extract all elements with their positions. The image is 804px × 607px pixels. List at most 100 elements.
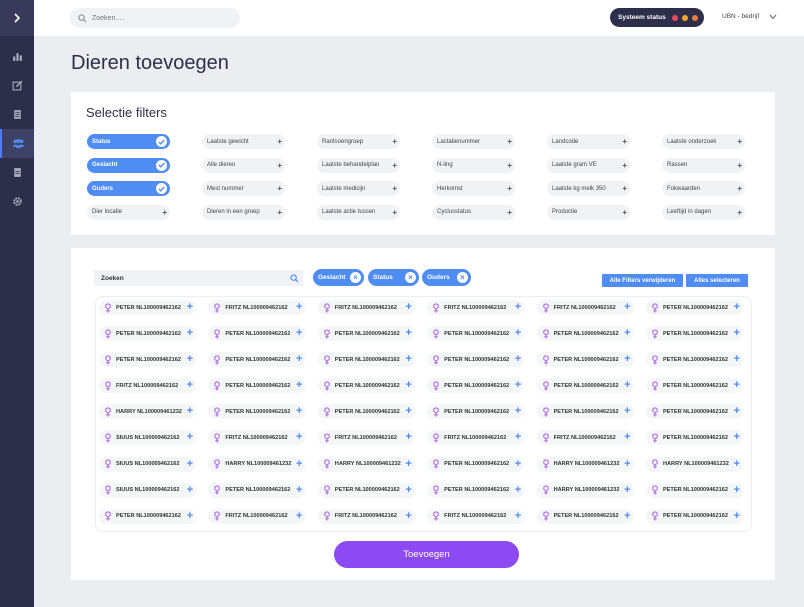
animal-chip[interactable]: PETER NL100009462162 + <box>645 404 743 420</box>
add-animal-icon[interactable]: + <box>734 406 740 417</box>
add-animal-icon[interactable]: + <box>296 354 302 365</box>
animal-chip[interactable]: PETER NL100009462162 + <box>208 404 306 420</box>
filter-chip[interactable]: Laatste actie tussen + <box>317 204 400 220</box>
filter-chip[interactable]: Laatste gewicht + <box>202 134 285 149</box>
add-animal-icon[interactable]: + <box>624 328 630 339</box>
animal-chip[interactable]: PETER NL100009462162 + <box>208 482 306 498</box>
company-selector[interactable]: UBN - bedrijf <box>722 13 777 20</box>
animal-chip[interactable]: FRITZ NL100009462162 + <box>427 430 525 446</box>
add-animal-icon[interactable]: + <box>734 484 740 496</box>
add-animal-icon[interactable]: + <box>296 510 302 522</box>
animal-chip[interactable]: PETER NL100009462162 + <box>536 378 634 394</box>
filter-chip[interactable]: Dier locatie + <box>87 204 170 220</box>
animal-chip[interactable]: FRITZ NL100009462162 + <box>99 378 196 394</box>
animal-search[interactable] <box>94 270 303 286</box>
global-search-input[interactable] <box>92 14 232 22</box>
add-animal-icon[interactable]: + <box>187 458 193 470</box>
add-animal-icon[interactable]: + <box>405 328 411 339</box>
animal-chip[interactable]: PETER NL100009462162 + <box>317 482 415 498</box>
animal-chip[interactable]: HARRY NL100009461232 + <box>99 404 196 420</box>
filter-chip[interactable]: Status <box>87 134 170 149</box>
animal-chip[interactable]: FRITZ NL100009462162 + <box>427 508 525 524</box>
animal-chip[interactable]: FRITZ NL100009462162 + <box>208 430 306 446</box>
add-animal-icon[interactable]: + <box>187 302 193 313</box>
add-animal-icon[interactable]: + <box>296 432 302 443</box>
add-animal-icon[interactable]: + <box>624 354 630 365</box>
animal-chip[interactable]: PETER NL100009462162 + <box>208 378 306 394</box>
add-animal-icon[interactable]: + <box>405 380 411 391</box>
animal-chip[interactable]: PETER NL100009462162 + <box>645 378 743 394</box>
animal-chip[interactable]: PETER NL100009462162 + <box>427 352 525 368</box>
add-animal-icon[interactable]: + <box>624 484 630 496</box>
add-animal-icon[interactable]: + <box>624 302 630 313</box>
add-animal-icon[interactable]: + <box>296 380 302 391</box>
animal-chip[interactable]: PETER NL100009462162 + <box>99 352 196 368</box>
animal-chip[interactable]: HARRY NL100009461232 + <box>317 456 415 472</box>
filter-chip[interactable]: Cyclusstatus + <box>432 204 515 220</box>
animal-chip[interactable]: HARRY NL100009461232 + <box>536 456 634 472</box>
add-animal-icon[interactable]: + <box>624 458 630 470</box>
select-all-button[interactable]: Alles selecteren <box>686 274 748 287</box>
animal-chip[interactable]: FRITZ NL100009462162 + <box>536 430 634 446</box>
animal-chip[interactable]: PETER NL100009462162 + <box>317 378 415 394</box>
active-filter-tag[interactable]: Ouders × <box>422 269 471 286</box>
animal-chip[interactable]: PETER NL100009462162 + <box>536 326 634 342</box>
filter-chip[interactable]: Rantsoengroep + <box>317 134 400 149</box>
add-animal-icon[interactable]: + <box>515 510 521 522</box>
animal-chip[interactable]: PETER NL100009462162 + <box>317 404 415 420</box>
add-animal-icon[interactable]: + <box>515 458 521 470</box>
animal-chip[interactable]: FRITZ NL100009462162 + <box>427 300 525 315</box>
sidebar-item-animals[interactable] <box>0 129 34 158</box>
filter-chip[interactable]: Ouders <box>87 181 170 196</box>
add-animal-icon[interactable]: + <box>734 510 740 522</box>
remove-all-filters-button[interactable]: Alle Filters verwijderen <box>602 274 683 287</box>
sidebar-toggle-button[interactable] <box>0 0 34 36</box>
sidebar-item-edit[interactable] <box>0 71 34 100</box>
remove-filter-icon[interactable]: × <box>405 272 416 283</box>
filter-chip[interactable]: Laatste kg melk 350 + <box>547 181 630 196</box>
filter-chip[interactable]: N-ling + <box>432 157 515 173</box>
filter-chip[interactable]: Rassen + <box>662 157 745 173</box>
add-animal-icon[interactable]: + <box>187 380 193 391</box>
animal-chip[interactable]: FRITZ NL100009462162 + <box>317 300 415 315</box>
add-animal-icon[interactable]: + <box>405 510 411 522</box>
filter-chip[interactable]: Dieren in een groep + <box>202 204 285 220</box>
filter-chip[interactable]: Fokwaarden + <box>662 181 745 196</box>
sidebar-item-documents[interactable] <box>0 100 34 129</box>
filter-chip[interactable]: Mest nummer + <box>202 181 285 196</box>
animal-chip[interactable]: PETER NL100009462162 + <box>208 326 306 342</box>
animal-chip[interactable]: PETER NL100009462162 + <box>427 404 525 420</box>
add-animal-icon[interactable]: + <box>734 458 740 470</box>
add-animal-icon[interactable]: + <box>296 484 302 496</box>
add-animal-icon[interactable]: + <box>515 302 521 313</box>
add-animal-icon[interactable]: + <box>515 328 521 339</box>
animal-chip[interactable]: PETER NL100009462162 + <box>645 352 743 368</box>
add-animal-icon[interactable]: + <box>187 484 193 496</box>
animal-chip[interactable]: PETER NL100009462162 + <box>427 326 525 342</box>
animal-chip[interactable]: PETER NL100009462162 + <box>427 456 525 472</box>
add-animal-icon[interactable]: + <box>734 380 740 391</box>
add-animal-icon[interactable]: + <box>734 328 740 339</box>
animal-chip[interactable]: HARRY NL100009461232 + <box>208 456 306 472</box>
filter-chip[interactable]: Laatste medicijn + <box>317 181 400 196</box>
add-animal-icon[interactable]: + <box>187 354 193 365</box>
system-status-pill[interactable]: Systeem status <box>610 8 704 27</box>
add-animal-icon[interactable]: + <box>187 432 193 443</box>
animal-chip[interactable]: FRITZ NL100009462162 + <box>208 508 306 524</box>
add-animals-button[interactable]: Toevoegen <box>334 541 519 568</box>
animal-chip[interactable]: PETER NL100009462162 + <box>317 326 415 342</box>
animal-chip[interactable]: PETER NL100009462162 + <box>99 508 196 524</box>
add-animal-icon[interactable]: + <box>187 406 193 417</box>
sidebar-item-settings[interactable] <box>0 187 34 216</box>
filter-chip[interactable]: Productie + <box>547 204 630 220</box>
animal-chip[interactable]: PETER NL100009462162 + <box>427 482 525 498</box>
add-animal-icon[interactable]: + <box>624 510 630 522</box>
animal-chip[interactable]: HARRY NL100009461232 + <box>536 482 634 498</box>
animal-chip[interactable]: FRITZ NL100009462162 + <box>317 508 415 524</box>
add-animal-icon[interactable]: + <box>405 354 411 365</box>
animal-chip[interactable]: PETER NL100009462162 + <box>99 326 196 342</box>
animal-chip[interactable]: PETER NL100009462162 + <box>645 430 743 446</box>
filter-chip[interactable]: Alle dieren + <box>202 157 285 173</box>
animal-chip[interactable]: PETER NL100009462162 + <box>645 482 743 498</box>
active-filter-tag[interactable]: Geslacht × <box>313 269 364 286</box>
